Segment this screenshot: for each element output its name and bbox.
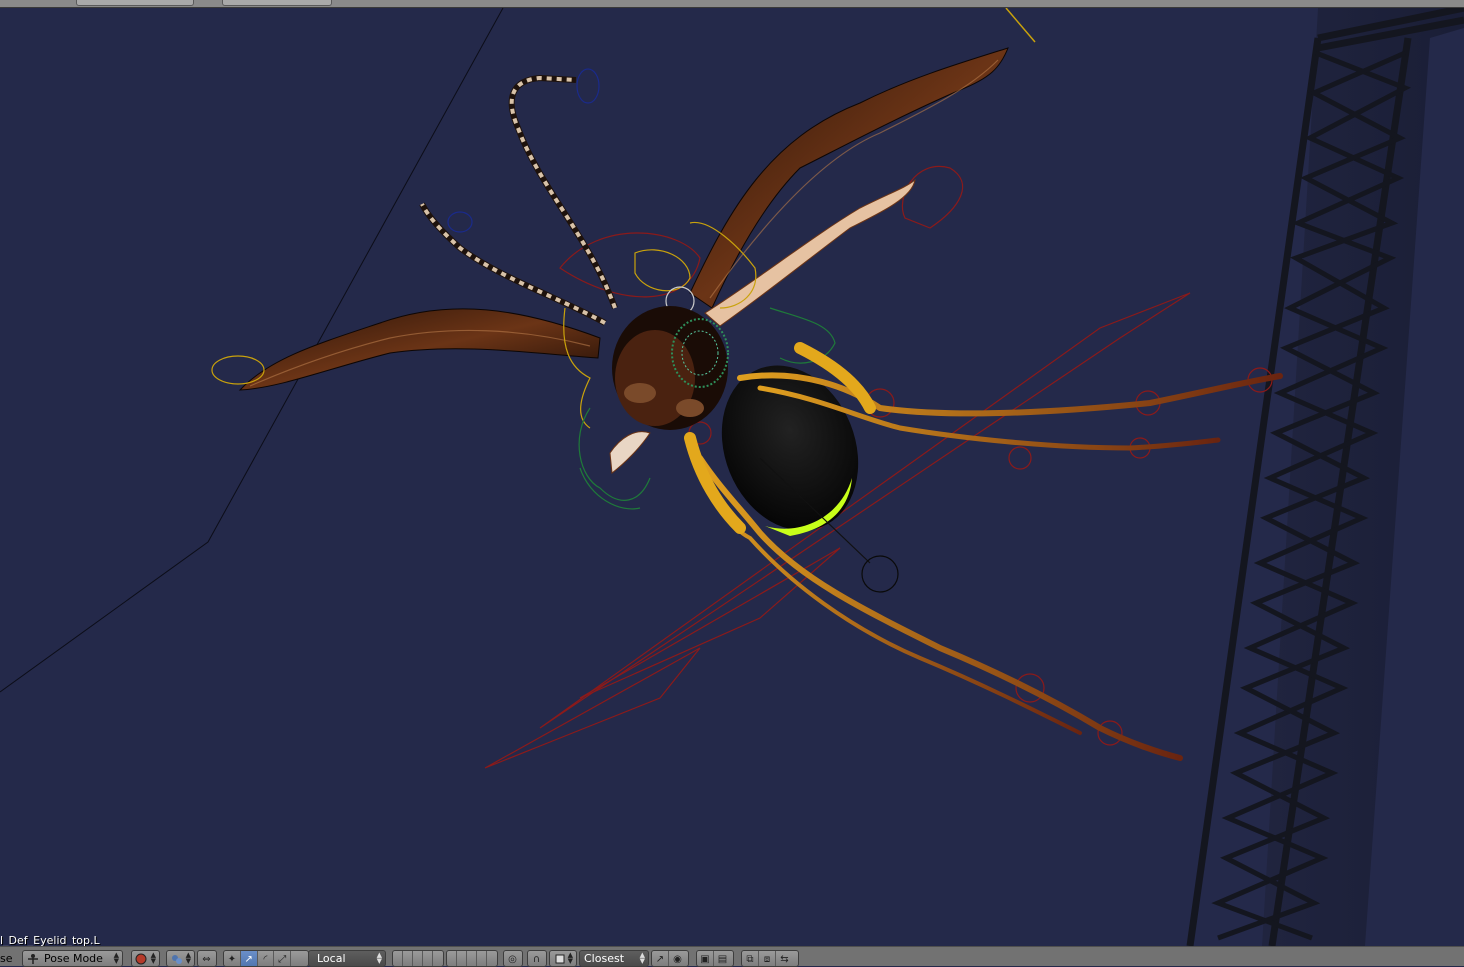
viewport-shading-selector[interactable]: ▲ ▼ bbox=[131, 950, 160, 967]
selected-bone-shapes bbox=[484, 165, 1273, 769]
snap-icon: ∩ bbox=[532, 954, 541, 965]
layer-button[interactable] bbox=[433, 951, 443, 966]
top-header-tab[interactable] bbox=[76, 0, 194, 6]
mode-selector[interactable]: Pose Mode ▲ ▼ bbox=[22, 950, 123, 967]
snap-toggle[interactable]: ∩ bbox=[527, 950, 547, 967]
active-bone-name: l_Def_Eyelid_top.L bbox=[0, 934, 100, 946]
snap-project-icon[interactable]: ◉ bbox=[669, 951, 686, 966]
layer-button[interactable] bbox=[467, 951, 477, 966]
proportional-edit-icon: ◎ bbox=[508, 954, 517, 965]
chevron-updown-icon: ▲ ▼ bbox=[185, 951, 191, 965]
layer-button[interactable] bbox=[447, 951, 457, 966]
pivot-point-selector[interactable]: ▲ ▼ bbox=[166, 950, 195, 967]
chevron-updown-icon: ▲ ▼ bbox=[639, 951, 645, 965]
manipulator-group[interactable]: ✦ ↗ ◜ ⤢ bbox=[223, 950, 309, 967]
snap-align-icon[interactable]: ↗ bbox=[652, 951, 669, 966]
proportional-edit-toggle[interactable]: ◎ bbox=[503, 950, 523, 967]
lattice-tower bbox=[1186, 8, 1464, 946]
layer-buttons-group-2[interactable] bbox=[446, 950, 498, 967]
scale-icon[interactable]: ⤢ bbox=[274, 951, 292, 966]
transform-orientation-selector[interactable]: Local ▲ ▼ bbox=[308, 950, 386, 967]
head-thorax bbox=[612, 306, 729, 430]
chevron-updown-icon: ▲ ▼ bbox=[567, 951, 573, 965]
bone-shape-yellow bbox=[1005, 8, 1036, 43]
layer-button[interactable] bbox=[413, 951, 423, 966]
mode-selector-value: Pose Mode bbox=[44, 952, 103, 965]
snap-element-selector[interactable]: ▲ ▼ bbox=[549, 950, 577, 967]
scene-render bbox=[0, 8, 1464, 946]
paste-flipped-icon[interactable]: ⇆ bbox=[776, 951, 793, 966]
top-header-tab[interactable] bbox=[222, 0, 332, 6]
layer-button[interactable] bbox=[477, 951, 487, 966]
transform-orientation-value: Local bbox=[317, 952, 346, 965]
clapper-icon[interactable]: ▤ bbox=[714, 951, 731, 966]
wing-left bbox=[211, 308, 601, 391]
layer-button[interactable] bbox=[487, 951, 497, 966]
header-cut-label: se bbox=[0, 952, 13, 965]
antenna-left bbox=[419, 202, 607, 326]
antenna-right bbox=[508, 68, 618, 310]
pose-copy-group[interactable]: ⧉ ⧈ ⇆ bbox=[741, 950, 799, 967]
render-buttons-group[interactable]: ▣ ▤ bbox=[696, 950, 734, 967]
armature-pose-icon bbox=[28, 953, 38, 964]
snap-target-value: Closest bbox=[584, 952, 625, 965]
rotate-icon[interactable]: ◜ bbox=[258, 951, 275, 966]
render-icon[interactable]: ▣ bbox=[697, 951, 714, 966]
chevron-updown-icon: ▲ ▼ bbox=[376, 951, 382, 965]
paste-pose-icon[interactable]: ⧈ bbox=[759, 951, 776, 966]
layer-button[interactable] bbox=[423, 951, 433, 966]
scene-boundary-lines bbox=[0, 8, 504, 693]
snap-target-selector[interactable]: Closest ▲ ▼ bbox=[579, 950, 649, 967]
chevron-updown-icon: ▲ ▼ bbox=[150, 951, 156, 965]
manipulator-spare-icon[interactable] bbox=[291, 951, 308, 966]
3d-view-header: se Pose Mode ▲ ▼ ▲ ▼ ▲ ▼ ⇔ ✦ ↗ ◜ ⤢ Local ▲ ▼ bbox=[0, 946, 1464, 967]
layer-button[interactable] bbox=[403, 951, 413, 966]
translate-icon[interactable]: ↗ bbox=[240, 951, 258, 966]
pivot-align-icon: ⇔ bbox=[202, 954, 211, 965]
layer-buttons-group-1[interactable] bbox=[392, 950, 444, 967]
window-top-strip bbox=[0, 0, 1464, 8]
3d-viewport[interactable]: l_Def_Eyelid_top.L bbox=[0, 8, 1464, 946]
pivot-point-icon bbox=[172, 954, 182, 964]
layer-button[interactable] bbox=[393, 951, 403, 966]
copy-pose-icon[interactable]: ⧉ bbox=[742, 951, 759, 966]
manipulator-toggle-icon[interactable]: ✦ bbox=[224, 951, 241, 966]
pivot-align-toggle[interactable]: ⇔ bbox=[197, 950, 217, 967]
shading-sphere-icon bbox=[135, 953, 147, 964]
chevron-updown-icon: ▲ ▼ bbox=[113, 951, 119, 965]
layer-button[interactable] bbox=[457, 951, 467, 966]
snap-options-group[interactable]: ↗ ◉ bbox=[651, 950, 689, 967]
snap-element-icon bbox=[555, 954, 565, 963]
